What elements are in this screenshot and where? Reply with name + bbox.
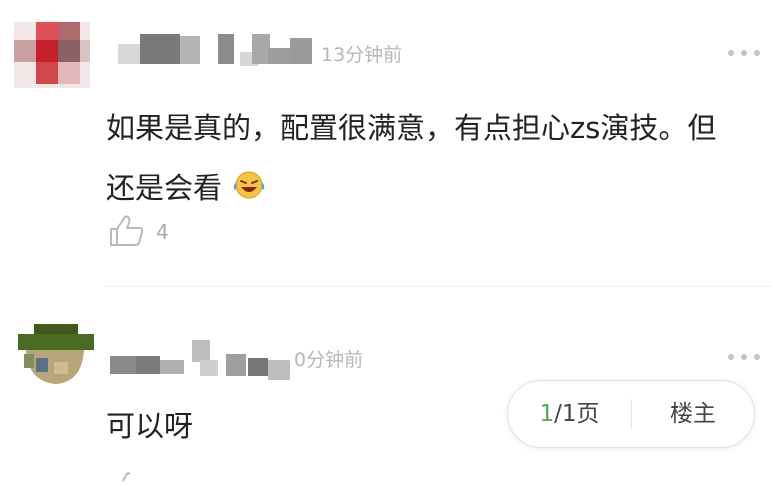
laughing-crying-emoji-icon	[231, 160, 267, 220]
username-censored[interactable]	[118, 26, 314, 72]
thumbs-up-icon	[110, 215, 144, 246]
comment-text: 可以呀	[106, 409, 194, 443]
username-censored[interactable]	[110, 338, 290, 384]
comment-text: 如果是真的，配置很满意，有点担心zs演技。但还是会看	[106, 111, 717, 205]
thumbs-up-icon	[122, 472, 131, 482]
like-count: 4	[156, 220, 169, 244]
comment-divider	[104, 286, 772, 287]
page-navigator: 1/1页 楼主	[507, 380, 755, 448]
total-pages: /1页	[554, 401, 600, 427]
owner-only-button[interactable]: 楼主	[632, 381, 754, 447]
comment-time: 13分钟前	[321, 44, 403, 66]
avatar[interactable]	[14, 22, 90, 88]
comment-content: 可以呀	[106, 396, 486, 456]
page-indicator[interactable]: 1/1页	[508, 381, 631, 447]
comment-time: 0分钟前	[294, 349, 364, 371]
more-options-icon[interactable]	[728, 48, 762, 58]
more-options-icon[interactable]	[728, 352, 762, 362]
avatar[interactable]	[14, 324, 94, 388]
like-button[interactable]	[108, 212, 146, 254]
current-page: 1	[539, 401, 555, 427]
comment-content: 如果是真的，配置很满意，有点担心zs演技。但还是会看	[106, 98, 726, 220]
